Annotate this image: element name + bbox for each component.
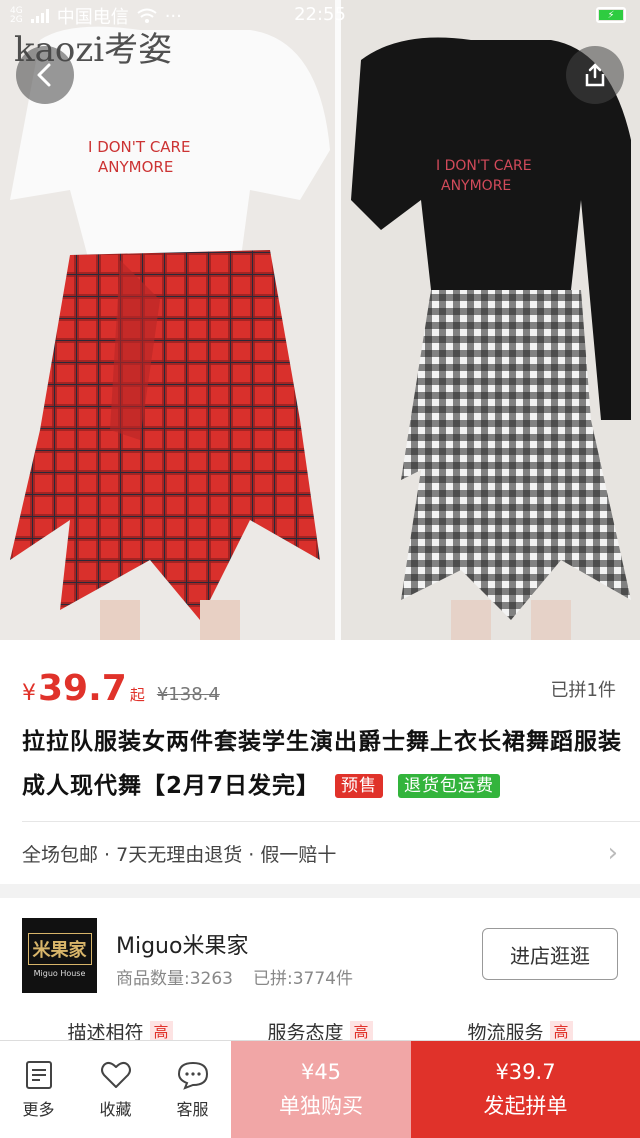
battery-level: ⚡ (599, 10, 623, 21)
more-label: 更多 (22, 1099, 55, 1119)
status-bar: 4G 2G 中国电信 ··· 22:55 ⚡ (0, 0, 640, 32)
sold-count: 已拼1件 (550, 680, 616, 701)
store-logo-subtext: Miguo House (33, 969, 86, 978)
network-type: 4G 2G (10, 7, 23, 25)
list-icon (25, 1060, 52, 1089)
share-icon (585, 63, 605, 87)
visit-store-button[interactable]: 进店逛逛 (482, 928, 618, 980)
customer-service-label: 客服 (176, 1099, 209, 1119)
price-suffix: 起 (129, 686, 145, 704)
more-button[interactable]: 更多 (0, 1041, 77, 1138)
heart-icon (100, 1061, 131, 1088)
status-more-dots: ··· (164, 5, 182, 27)
status-left: 4G 2G 中国电信 ··· (10, 3, 182, 29)
buy-alone-button[interactable]: ¥45 单独购买 (231, 1041, 411, 1138)
favorite-button[interactable]: 收藏 (77, 1041, 154, 1138)
signal-icon (30, 9, 49, 23)
svg-text:ANYMORE: ANYMORE (441, 178, 511, 194)
chevron-left-icon (37, 63, 51, 87)
price-symbol: ¥ (22, 681, 36, 706)
back-button[interactable] (16, 46, 74, 104)
service-guarantee-text: 全场包邮 · 7天无理由退货 · 假一赔十 (22, 843, 337, 866)
chat-icon (177, 1061, 208, 1090)
free-return-tag: 退货包运费 (398, 774, 501, 798)
buy-alone-price: ¥45 (300, 1060, 342, 1084)
buy-alone-label: 单独购买 (279, 1094, 363, 1118)
svg-text:I DON'T CARE: I DON'T CARE (436, 158, 532, 174)
customer-service-button[interactable]: 客服 (154, 1041, 231, 1138)
favorite-label: 收藏 (99, 1099, 132, 1119)
store-card: 米果家 Miguo House Miguo米果家 商品数量:3263 已拼:37… (0, 898, 640, 1048)
carrier-name: 中国电信 (56, 7, 129, 28)
share-button[interactable] (566, 46, 624, 104)
product-title: 拉拉队服装女两件套装学生演出爵士舞上衣长裙舞蹈服装成人现代舞【2月7日发完】 预… (22, 720, 622, 808)
store-stats: 商品数量:3263 已拼:3774件 (116, 964, 353, 989)
store-goods-count: 商品数量:3263 (116, 969, 233, 989)
original-price: ¥138.4 (156, 684, 220, 705)
svg-text:ANYMORE: ANYMORE (98, 158, 173, 176)
service-guarantee-row[interactable]: 全场包邮 · 7天无理由退货 · 假一赔十 › (22, 822, 618, 884)
battery-icon: ⚡ (596, 7, 626, 23)
bottom-action-bar: 更多 收藏 客服 ¥45 单独购买 ¥39.7 发起拼单 (0, 1040, 640, 1138)
store-logo[interactable]: 米果家 Miguo House (22, 918, 97, 993)
store-logo-text: 米果家 (27, 933, 92, 965)
store-name[interactable]: Miguo米果家 (116, 928, 248, 960)
wifi-icon (137, 8, 157, 23)
svg-text:I DON'T CARE: I DON'T CARE (88, 138, 190, 156)
presale-tag: 预售 (335, 774, 384, 798)
group-buy-price: ¥39.7 (495, 1060, 556, 1084)
price-value: 39.7 (38, 668, 127, 709)
network-2g: 2G (10, 15, 23, 25)
product-page: I DON'T CARE ANYMORE I DON'T CARE ANYMOR… (0, 0, 640, 1138)
product-info: ¥ 39.7 起 ¥138.4 已拼1件 拉拉队服装女两件套装学生演出爵士舞上衣… (0, 640, 640, 884)
group-buy-label: 发起拼单 (483, 1094, 568, 1118)
price-row: ¥ 39.7 起 ¥138.4 (22, 668, 220, 709)
product-image-carousel[interactable]: I DON'T CARE ANYMORE I DON'T CARE ANYMOR… (0, 0, 640, 640)
chevron-right-icon: › (607, 838, 618, 868)
store-sold-count: 已拼:3774件 (253, 969, 353, 989)
product-title-text: 拉拉队服装女两件套装学生演出爵士舞上衣长裙舞蹈服装成人现代舞【2月7日发完】 (22, 729, 622, 799)
group-buy-button[interactable]: ¥39.7 发起拼单 (411, 1041, 640, 1138)
